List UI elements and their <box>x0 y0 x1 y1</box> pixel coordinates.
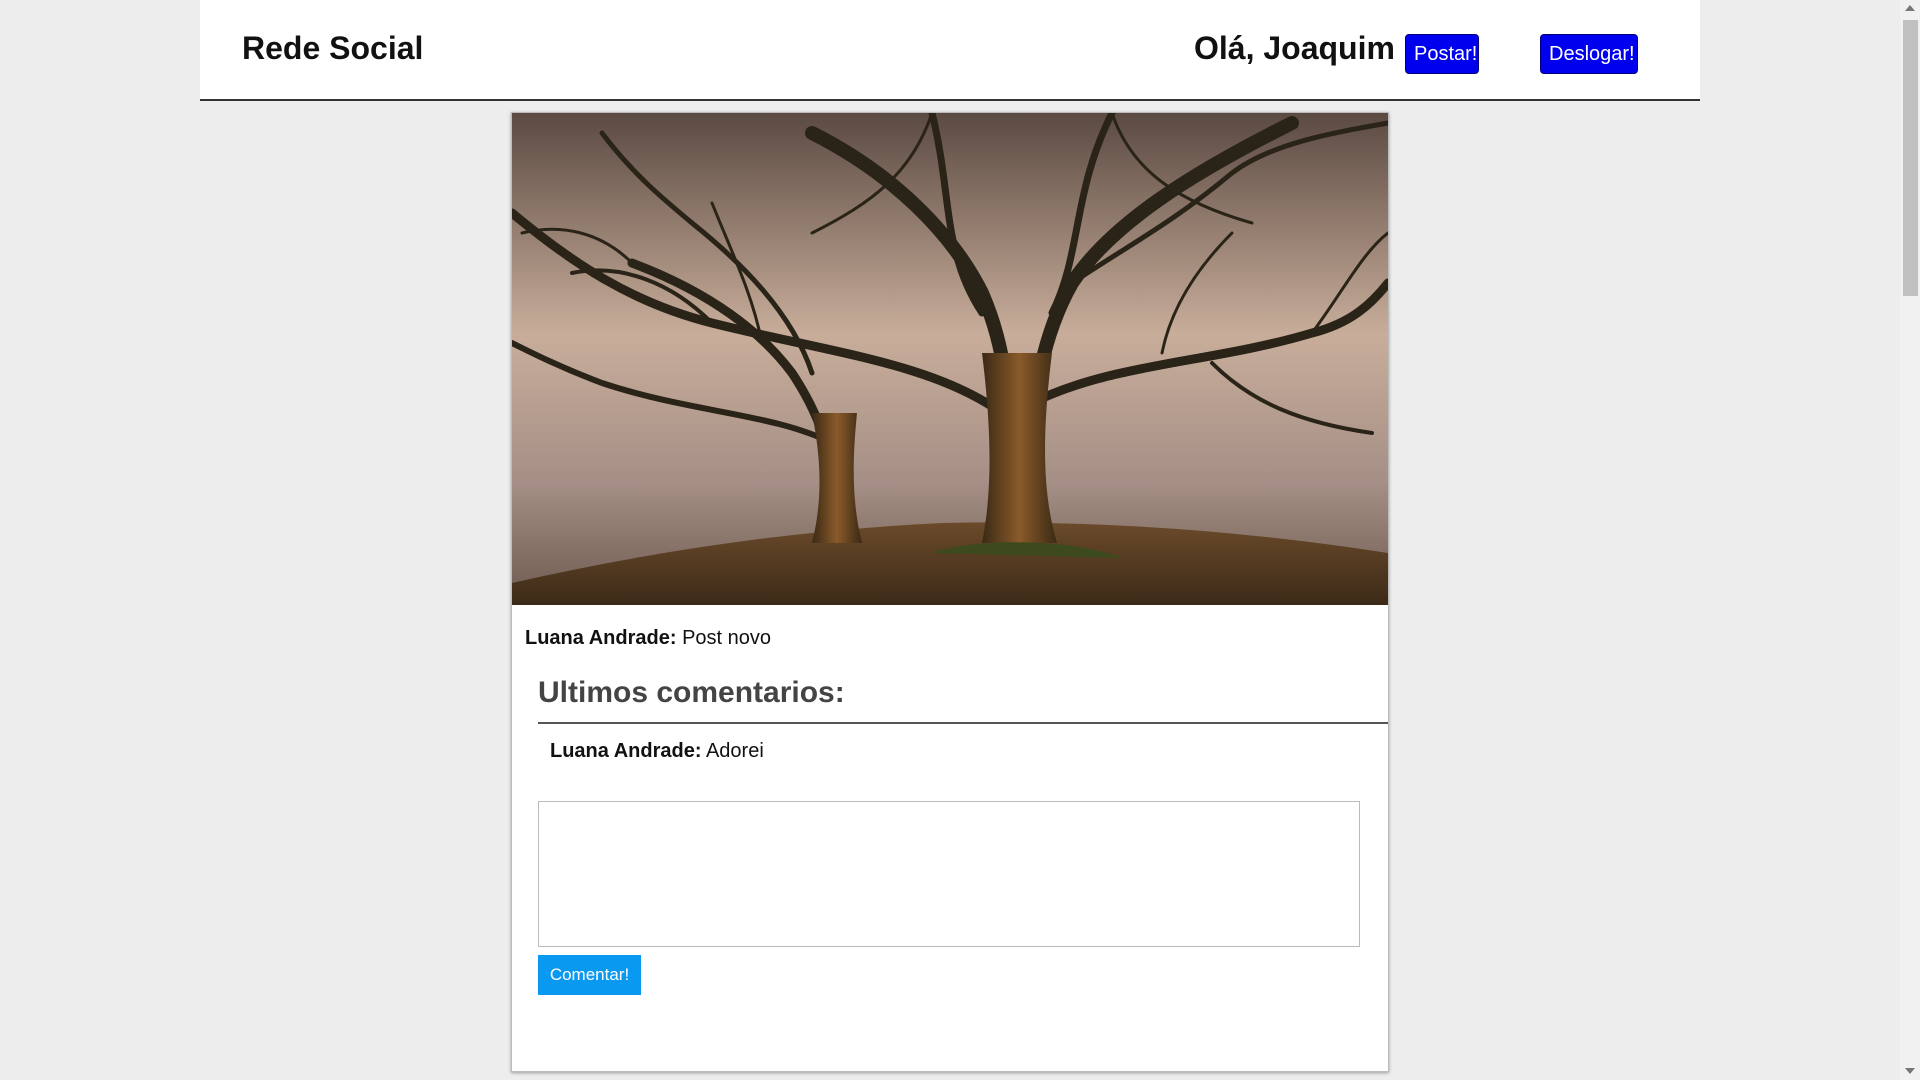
top-navbar: Rede Social Olá, Joaquim Postar! Desloga… <box>200 0 1700 101</box>
scroll-down-icon[interactable] <box>1905 1068 1915 1074</box>
post-button[interactable]: Postar! <box>1405 34 1479 74</box>
logout-button[interactable]: Deslogar! <box>1540 34 1638 74</box>
comment-submit-button[interactable]: Comentar! <box>538 955 641 995</box>
site-brand[interactable]: Rede Social <box>242 30 423 67</box>
comment-item: Luana Andrade: Adorei <box>550 740 764 763</box>
post-caption: Luana Andrade: Post novo <box>525 627 771 650</box>
page-scrollbar[interactable] <box>1900 0 1920 1080</box>
comment-input[interactable] <box>538 801 1360 947</box>
post-author[interactable]: Luana Andrade: <box>525 627 677 649</box>
comments-divider <box>538 722 1388 724</box>
scroll-up-icon[interactable] <box>1905 5 1915 11</box>
user-greeting: Olá, Joaquim <box>1194 30 1395 66</box>
post-card: Luana Andrade: Post novo Ultimos comenta… <box>511 112 1389 1072</box>
tree-photo-image <box>512 113 1388 605</box>
post-text: Post novo <box>682 627 772 649</box>
scroll-thumb[interactable] <box>1903 20 1918 296</box>
comment-author[interactable]: Luana Andrade: <box>550 740 702 762</box>
comment-text: Adorei <box>705 740 764 762</box>
comments-heading: Ultimos comentarios: <box>538 676 845 709</box>
